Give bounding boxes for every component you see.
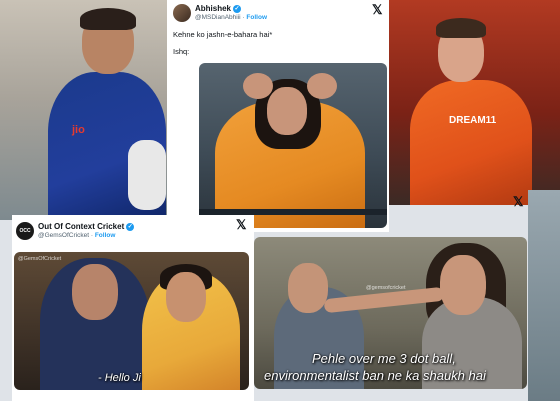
face bbox=[288, 263, 328, 313]
tweet-1-media[interactable] bbox=[199, 63, 387, 228]
follow-button[interactable]: Follow bbox=[95, 232, 116, 239]
verified-badge-icon: ✓ bbox=[233, 4, 242, 13]
hand bbox=[243, 73, 273, 99]
face bbox=[440, 255, 486, 315]
watermark: @gemsofcricket bbox=[366, 285, 406, 291]
tweet-2-media-right[interactable]: @gemsofcricket Pehle over me 3 dot ball,… bbox=[254, 237, 527, 389]
watermark: @GemsOfCricket bbox=[18, 256, 62, 262]
verified-badge-icon: ✓ bbox=[126, 222, 135, 231]
tweet-text-line-2: Ishq: bbox=[173, 47, 190, 56]
x-logo-icon: 𝕏 bbox=[236, 217, 247, 232]
player-photo-left: jio bbox=[0, 0, 172, 220]
follow-button[interactable]: Follow bbox=[246, 14, 267, 21]
player-hair bbox=[436, 18, 486, 38]
face bbox=[72, 264, 118, 320]
x-logo-icon: 𝕏 bbox=[372, 2, 383, 17]
hand bbox=[307, 73, 337, 99]
face bbox=[267, 87, 307, 135]
author-name[interactable]: Abhishek ✓ bbox=[195, 4, 242, 13]
player-jersey bbox=[410, 80, 532, 205]
subtitle-line-1: Pehle over me 3 dot ball, bbox=[312, 351, 456, 366]
player-photo-right: DREAM11 bbox=[389, 0, 560, 205]
subtitle-line-2: environmentalist ban ne ka shaukh hai bbox=[264, 368, 486, 383]
background-photo-strip bbox=[528, 190, 560, 401]
author-handle: @GemsOfCricket · Follow bbox=[38, 232, 116, 239]
player-hair bbox=[80, 8, 136, 30]
face bbox=[166, 272, 206, 322]
player-glove bbox=[128, 140, 166, 210]
author-handle: @MSDianAbhiii · Follow bbox=[195, 14, 268, 21]
jersey-logo: DREAM11 bbox=[449, 115, 497, 126]
subtitle: - Hello Ji bbox=[98, 372, 141, 384]
avatar[interactable]: OCC bbox=[16, 222, 34, 240]
jersey-logo: jio bbox=[72, 124, 85, 136]
tweet-2-media-left[interactable]: @GemsOfCricket - Hello Ji bbox=[14, 252, 249, 390]
tweet-text-line-1: Kehne ko jashn-e-bahara hai* bbox=[173, 30, 273, 39]
author-name[interactable]: Out Of Context Cricket ✓ bbox=[38, 222, 135, 231]
x-logo-icon: 𝕏 bbox=[513, 194, 524, 209]
avatar[interactable] bbox=[173, 4, 191, 22]
